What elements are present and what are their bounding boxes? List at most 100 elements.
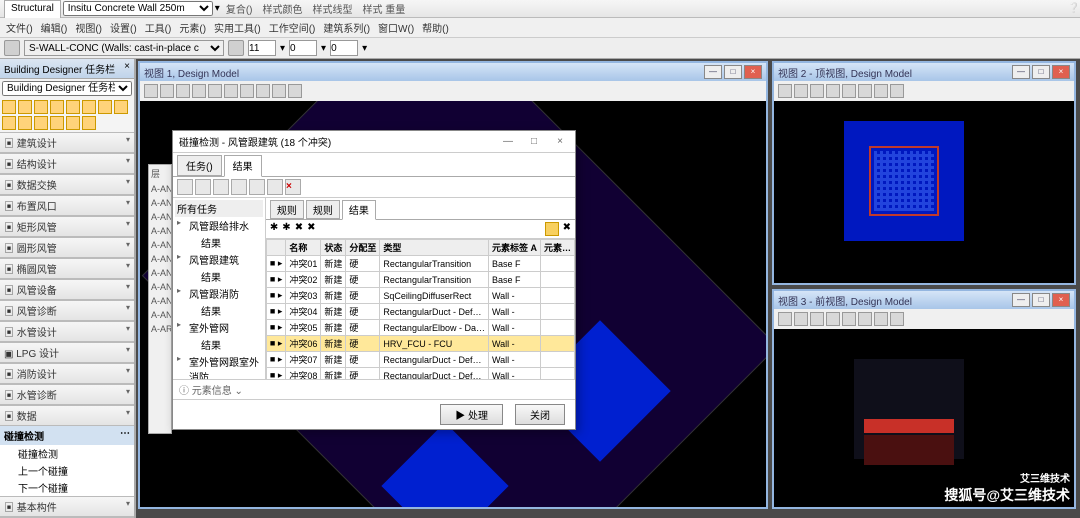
view-tool-icon[interactable] <box>890 312 904 326</box>
max-icon[interactable]: □ <box>1032 65 1050 79</box>
column-header[interactable]: 名称 <box>286 240 321 256</box>
accordion-item[interactable]: ▣ 水管诊断 <box>0 384 134 405</box>
accordion-item[interactable]: ▣ LPG 设计 <box>0 342 134 363</box>
accordion-item[interactable]: ▣ 结构设计 <box>0 153 134 174</box>
close-icon[interactable]: × <box>744 65 762 79</box>
field-zero1[interactable] <box>289 40 317 56</box>
list-item[interactable]: A-ANI <box>149 210 171 224</box>
accordion-item[interactable]: ▣ 消防设计 <box>0 363 134 384</box>
column-header[interactable]: 分配至 <box>346 240 380 256</box>
view-tool-icon[interactable] <box>874 84 888 98</box>
tab-task[interactable]: 任务() <box>177 155 222 176</box>
tree-leaf[interactable]: 结果 <box>175 302 263 319</box>
column-header[interactable]: 元素… <box>540 240 574 256</box>
view-tool-icon[interactable] <box>144 84 158 98</box>
list-item[interactable]: A-ANI <box>149 280 171 294</box>
view-tool-icon[interactable] <box>272 84 286 98</box>
tool-icon[interactable] <box>34 116 48 130</box>
table-row[interactable]: ■ ▸冲突01新建硬RectangularTransitionBase F <box>266 256 574 272</box>
tool-combo[interactable]: Insitu Concrete Wall 250m <box>63 1 213 16</box>
view-tool-icon[interactable] <box>794 84 808 98</box>
list-item[interactable]: A-ANI <box>149 308 171 322</box>
column-header[interactable]: 元素标签 A <box>488 240 540 256</box>
process-button[interactable]: ▶ 处理 <box>440 404 503 425</box>
gtab-rule2[interactable]: 规则 <box>306 200 340 219</box>
close-icon[interactable]: × <box>551 136 569 147</box>
group-styleline[interactable]: 样式线型 <box>309 1 357 16</box>
tree-node[interactable]: 室外管网跟室外消防 <box>175 353 263 379</box>
accordion-item[interactable]: ▣ 风管诊断 <box>0 300 134 321</box>
column-header[interactable]: 类型 <box>380 240 489 256</box>
task-tree[interactable]: 所有任务 风管跟给排水结果风管跟建筑结果风管跟消防结果室外管网结果室外管网跟室外… <box>173 198 266 379</box>
view-tool-icon[interactable] <box>240 84 254 98</box>
tool-icon[interactable] <box>195 179 211 195</box>
field-num[interactable] <box>248 40 276 56</box>
tab-structural[interactable]: Structural <box>4 0 61 18</box>
tool-icon[interactable] <box>177 179 193 195</box>
chevron-down-icon[interactable]: ▾ <box>215 3 220 14</box>
view-tool-icon[interactable] <box>890 84 904 98</box>
view-tool-icon[interactable] <box>224 84 238 98</box>
max-icon[interactable]: □ <box>1032 293 1050 307</box>
tool-icon[interactable] <box>82 100 96 114</box>
tool-icon[interactable] <box>50 116 64 130</box>
tool-icon[interactable] <box>66 116 80 130</box>
view-tool-icon[interactable] <box>874 312 888 326</box>
close-icon[interactable]: × <box>1052 293 1070 307</box>
tree-node[interactable]: 风管跟给排水 <box>175 217 263 234</box>
accordion-item[interactable]: ▣ 圆形风管 <box>0 237 134 258</box>
view-tool-icon[interactable] <box>842 84 856 98</box>
accordion-item[interactable]: ▣ 基本构件 <box>0 496 134 517</box>
menu-view[interactable]: 视图() <box>75 20 102 35</box>
close-button[interactable]: 关闭 <box>515 404 565 425</box>
tool-icon[interactable] <box>249 179 265 195</box>
item-prev-collision[interactable]: 上一个碰撞 <box>0 462 134 479</box>
item-collision-detect[interactable]: 碰撞检测 <box>0 445 134 462</box>
section-collision[interactable]: 碰撞检测⋯ <box>0 426 134 445</box>
close-icon[interactable]: × <box>1052 65 1070 79</box>
task-combo[interactable]: Building Designer 任务栏 <box>2 81 132 96</box>
view-tool-icon[interactable] <box>208 84 222 98</box>
approve-icon[interactable]: ✱ <box>282 222 290 236</box>
tree-node[interactable]: 风管跟建筑 <box>175 251 263 268</box>
list-item[interactable]: A-ANI <box>149 238 171 252</box>
list-item[interactable]: A-ANI <box>149 182 171 196</box>
view-tool-icon[interactable] <box>858 84 872 98</box>
delete-icon[interactable]: ✖ <box>563 222 571 236</box>
delete-icon[interactable]: × <box>285 179 301 195</box>
view-tool-icon[interactable] <box>826 84 840 98</box>
accordion-item[interactable]: ▣ 建筑设计 <box>0 132 134 153</box>
max-icon[interactable]: □ <box>525 136 543 147</box>
tool-icon[interactable] <box>82 116 96 130</box>
view-tool-icon[interactable] <box>858 312 872 326</box>
view-tool-icon[interactable] <box>192 84 206 98</box>
table-row[interactable]: ■ ▸冲突05新建硬RectangularElbow - Da…Wall - <box>266 320 574 336</box>
menu-tools[interactable]: 工具() <box>145 20 172 35</box>
tree-node[interactable]: 室外管网 <box>175 319 263 336</box>
item-next-collision[interactable]: 下一个碰撞 <box>0 479 134 496</box>
tool-icon[interactable] <box>34 100 48 114</box>
gtab-result[interactable]: 结果 <box>342 200 376 220</box>
layer-list[interactable]: 层A-ANIA-ANIA-ANIA-ANIA-ANIA-ANIA-ANIA-AN… <box>148 164 172 434</box>
tool-icon[interactable] <box>66 100 80 114</box>
accordion-item[interactable]: ▣ 水管设计 <box>0 321 134 342</box>
help-icon[interactable]: ❔ <box>1068 3 1080 14</box>
field-zero2[interactable] <box>330 40 358 56</box>
max-icon[interactable]: □ <box>724 65 742 79</box>
table-row[interactable]: ■ ▸冲突08新建硬RectangularDuct - Def…Wall - <box>266 368 574 380</box>
min-icon[interactable]: — <box>704 65 722 79</box>
table-row[interactable]: ■ ▸冲突07新建硬RectangularDuct - Def…Wall - <box>266 352 574 368</box>
accordion-item[interactable]: ▣ 矩形风管 <box>0 216 134 237</box>
min-icon[interactable]: — <box>1012 293 1030 307</box>
view-tool-icon[interactable] <box>778 84 792 98</box>
view-tool-icon[interactable] <box>842 312 856 326</box>
accordion-item[interactable]: ▣ 风管设备 <box>0 279 134 300</box>
accordion-item[interactable]: ▣ 数据 <box>0 405 134 426</box>
tree-node[interactable]: 风管跟消防 <box>175 285 263 302</box>
table-row[interactable]: ■ ▸冲突06新建硬HRV_FCU - FCUWall - <box>266 336 574 352</box>
list-item[interactable]: A-ANI <box>149 224 171 238</box>
tree-leaf[interactable]: 结果 <box>175 234 263 251</box>
menu-element[interactable]: 元素() <box>179 20 206 35</box>
menu-edit[interactable]: 编辑() <box>41 20 68 35</box>
group-compose[interactable]: 复合() <box>222 1 257 16</box>
